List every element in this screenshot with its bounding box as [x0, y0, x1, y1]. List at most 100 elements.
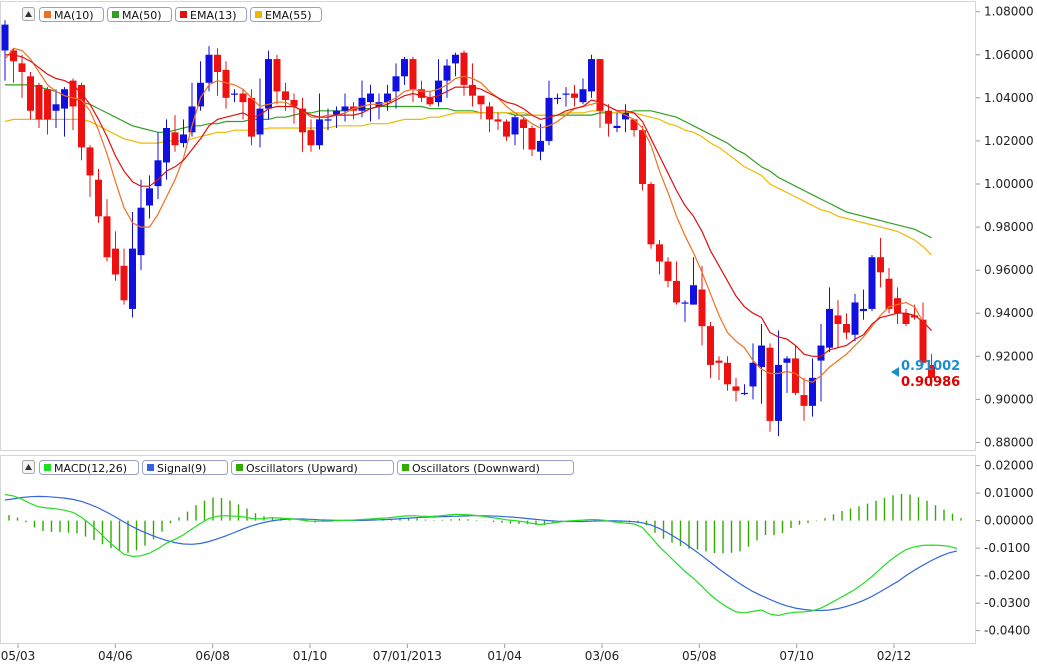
- candle-up: [868, 255, 876, 312]
- date-tick-label: 01/10: [293, 649, 328, 663]
- legend-swatch: [255, 11, 262, 18]
- candle-body: [647, 184, 655, 245]
- price-tick-label: 0.96000: [984, 263, 1034, 277]
- legend-item[interactable]: MA(10): [39, 7, 104, 23]
- candle-body: [214, 54, 221, 72]
- candle-body: [919, 319, 927, 363]
- chart-canvas: 1.08000 1.06000 1.04000 1.02000 1.00000 0.980…: [0, 0, 1037, 663]
- candle-body: [324, 119, 332, 121]
- price-tick-label: 1.04000: [984, 91, 1034, 105]
- candle-body: [503, 121, 510, 137]
- candle-down: [647, 181, 655, 249]
- legend-label: EMA(55): [265, 9, 312, 22]
- candle-body: [783, 358, 791, 363]
- candle-body: [851, 302, 859, 335]
- price-tick-label: 1.00000: [984, 177, 1034, 191]
- candle-body: [265, 59, 272, 109]
- candle-body: [180, 134, 187, 144]
- candle-body: [613, 125, 621, 128]
- macd-tick-label: 0.01000: [984, 486, 1034, 500]
- candle-body: [537, 140, 544, 152]
- candle-body: [18, 63, 26, 72]
- candle-body: [477, 95, 485, 105]
- candle-body: [588, 59, 595, 92]
- candle-body: [307, 130, 315, 146]
- candle-body: [137, 207, 145, 256]
- candle-body: [61, 89, 68, 109]
- candle-body: [86, 147, 94, 176]
- candle-body: [409, 59, 417, 90]
- candle-body: [273, 59, 281, 92]
- date-tick-label: 04/06: [98, 649, 133, 663]
- candle-body: [860, 308, 867, 312]
- candle-body: [443, 65, 451, 81]
- macd-tick-label: -0.0400: [984, 624, 1030, 638]
- candle-body: [741, 392, 748, 395]
- legend-swatch: [147, 464, 154, 471]
- candle-body: [316, 119, 323, 146]
- legend-item[interactable]: MA(50): [107, 7, 172, 23]
- date-tick-label: 07/10: [779, 649, 814, 663]
- price-label-b: 0.90986: [901, 375, 960, 390]
- legend-macd: MACD(12,26) Signal(9) Oscillators (Upward)…: [22, 460, 574, 476]
- macd-tick-label: -0.0300: [984, 596, 1030, 610]
- legend-item[interactable]: Oscillators (Upward): [231, 460, 394, 476]
- candle-body: [129, 248, 136, 309]
- legend-label: Oscillators (Downward): [412, 462, 540, 475]
- candle-body: [452, 54, 459, 64]
- candle-body: [146, 188, 153, 206]
- candle-body: [358, 97, 366, 111]
- macd-tick-label: -0.0100: [984, 541, 1030, 555]
- candle-body: [868, 257, 876, 309]
- candle-body: [571, 93, 578, 98]
- candle-body: [112, 248, 119, 275]
- date-tick-label: 07/01/2013: [373, 649, 442, 663]
- candle-body: [95, 179, 102, 217]
- legend-item[interactable]: Oscillators (Downward): [397, 460, 574, 476]
- candle-body: [27, 76, 34, 111]
- macd-panel: 0.02000 0.01000 0.00000 -0.0100 -0.0200 -0.03…: [0, 455, 1034, 644]
- candle-body: [698, 289, 706, 327]
- candle-body: [494, 119, 502, 122]
- price-tick-label: 1.02000: [984, 134, 1034, 148]
- candle-body: [511, 117, 519, 135]
- candle-up: [588, 54, 595, 98]
- candle-body: [724, 362, 731, 385]
- candle-body: [554, 97, 561, 100]
- candle-body: [800, 395, 808, 406]
- legend-swatch: [112, 11, 119, 18]
- candle-body: [732, 386, 740, 391]
- date-tick-label: 03/06: [585, 649, 620, 663]
- candle-body: [103, 216, 111, 258]
- legend-label: MA(50): [122, 9, 162, 22]
- legend-swatch: [44, 11, 51, 18]
- candle-body: [460, 52, 468, 85]
- candle-body: [282, 91, 289, 100]
- candle-body: [520, 119, 527, 128]
- candle-body: [341, 106, 349, 111]
- candle-body: [435, 80, 442, 103]
- candle-body: [426, 97, 434, 105]
- candle-body: [681, 302, 689, 304]
- legend-label: MACD(12,26): [54, 462, 127, 475]
- candle-body: [664, 261, 672, 281]
- candle-body: [44, 89, 51, 120]
- legend-item[interactable]: EMA(13): [175, 7, 247, 23]
- candle-body: [163, 128, 170, 163]
- candle-body: [545, 97, 553, 141]
- date-tick-label: 06/08: [195, 649, 230, 663]
- legend-item[interactable]: MACD(12,26): [39, 460, 139, 476]
- legend-item[interactable]: Signal(9): [142, 460, 228, 476]
- legend-label: Signal(9): [157, 462, 206, 475]
- candle-body: [35, 84, 43, 120]
- legend-label: EMA(13): [190, 9, 237, 22]
- candle-body: [401, 59, 408, 77]
- candle-body: [902, 313, 910, 324]
- price-tick-label: 1.08000: [984, 5, 1034, 19]
- candle-body: [715, 360, 723, 363]
- candle-body: [656, 244, 663, 262]
- candle-body: [605, 110, 612, 124]
- legend-item[interactable]: EMA(55): [250, 7, 322, 23]
- candle-body: [171, 132, 179, 146]
- candle-body: [1, 24, 9, 51]
